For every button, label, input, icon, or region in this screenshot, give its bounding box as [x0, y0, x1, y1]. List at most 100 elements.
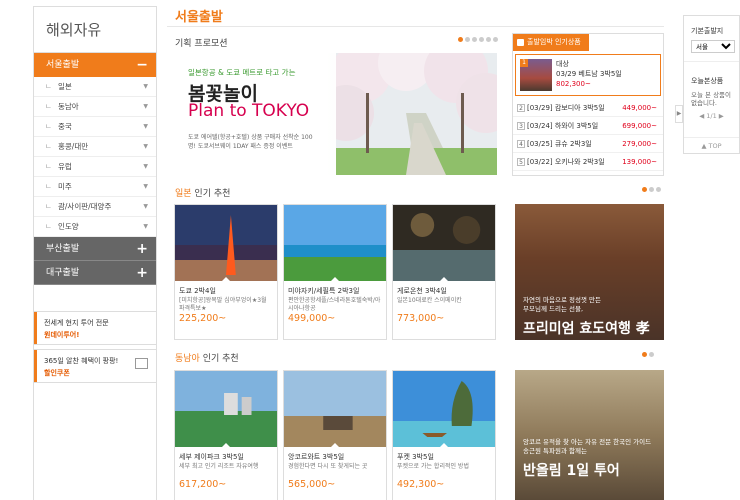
card-title: 게로온천 3박4일 — [397, 287, 447, 295]
product-card[interactable]: 게로온천 3박4일 일본10대료칸 스이메이칸 773,000~ — [392, 204, 496, 340]
promo-title: 반올림 1일 투어 — [523, 463, 620, 479]
pager-dot[interactable] — [642, 352, 647, 357]
banner-description: 도쿄 에어텔(항공+호텔) 상품 구매자 선착순 100명! 도쿄서브웨이 1D… — [188, 134, 313, 150]
rank-price: 279,000~ — [622, 140, 657, 148]
rank-text: [03/22] 오키나와 2박3일 — [527, 158, 605, 166]
sidebar: 해외자유 서울출발 − ㄴ 일본 ▼ ㄴ 동남아 ▼ ㄴ 중국 ▼ ㄴ 홍콩/대만 ▼ ㄴ 유럽 ▼… — [33, 6, 157, 500]
card-price: 225,200~ — [179, 313, 227, 324]
sub-item-label: 홍콩/대만 — [58, 142, 89, 151]
promo-banner[interactable]: 일본항공 & 도쿄 메트로 타고 가는 봄꽃놀이 Plan to TOKYO 도… — [186, 53, 497, 175]
accent-bar — [34, 350, 37, 382]
oneday-tour-banner[interactable]: 전세계 현지 투어 전문 원데이투어! — [34, 311, 156, 345]
card-price: 499,000~ — [288, 313, 336, 324]
product-card[interactable]: 미야자키/세필특 2박3일 편안한공항세플/스네라톤호텔숙박/아시아나항공 49… — [283, 204, 387, 340]
card-notch — [330, 277, 340, 282]
half-day-tour-promo[interactable]: 앙코르 유적을 찾 아는 자유 전문 한국인 가이드 송근원 특파원과 함께는 … — [515, 370, 664, 500]
section-rest: 인기 추천 — [199, 354, 239, 364]
rank-item-top[interactable]: 1 대상 03/29 베트남 3박5일 802,300~ — [515, 54, 661, 96]
recent-pager[interactable]: ◀ 1/1 ▶ — [684, 112, 739, 120]
chevron-down-icon: ▼ — [143, 123, 148, 130]
miyazaki-beach-image — [284, 205, 386, 281]
quick-panel: 기본출발지 서울 오늘본상품 오늘 본 상품이 없습니다. ◀ 1/1 ▶ ▲ … — [683, 15, 740, 154]
recent-label: 오늘본상품 — [684, 61, 739, 86]
pager-dot[interactable] — [465, 37, 470, 42]
sub-item-hongkong-taiwan[interactable]: ㄴ 홍콩/대만 ▼ — [34, 137, 156, 157]
calendar-icon — [135, 358, 148, 369]
sub-item-label: 미주 — [58, 182, 72, 191]
title-divider — [167, 26, 664, 27]
rank-item[interactable]: 2 [03/29] 캄보디아 3박5일 449,000~ — [513, 99, 663, 117]
pager-dot[interactable] — [493, 37, 498, 42]
coupon-banner[interactable]: 365일 알찬 혜택이 팡팡! 할인쿠폰 — [34, 349, 156, 383]
banner-subtitle: 일본항공 & 도쿄 메트로 타고 가는 — [188, 68, 296, 77]
branch-icon: ㄴ — [45, 82, 52, 91]
promo-subtitle: 자연의 마음으로 정성껏 만든 — [523, 296, 601, 304]
rank-item[interactable]: 4 [03/25] 큐슈 2박3일 279,000~ — [513, 135, 663, 153]
rank-item[interactable]: 5 [03/22] 오키나와 2박3일 139,000~ — [513, 153, 663, 171]
pager-dot[interactable] — [642, 187, 647, 192]
branch-icon: ㄴ — [45, 142, 52, 151]
sub-item-label: 괌/사이판/대양주 — [58, 202, 112, 211]
sub-item-southeast-asia[interactable]: ㄴ 동남아 ▼ — [34, 97, 156, 117]
sub-item-europe[interactable]: ㄴ 유럽 ▼ — [34, 157, 156, 177]
rank-item[interactable]: 3 [03/24] 하와이 3박5일 699,000~ — [513, 117, 663, 135]
branch-icon: ㄴ — [45, 222, 52, 231]
accent-bar — [34, 312, 37, 344]
pager-dot[interactable] — [656, 187, 661, 192]
collapse-icon[interactable]: − — [136, 53, 148, 77]
card-description: 세부 최고 인기 리조트 자유여행 — [179, 463, 259, 470]
sea-pager — [642, 352, 654, 357]
pager-dot[interactable] — [479, 37, 484, 42]
banner-text: 전세계 현지 투어 전문 — [44, 319, 109, 327]
rank-number: 3 — [517, 122, 525, 130]
banner-text: 365일 알찬 혜택이 팡팡! — [44, 357, 119, 365]
product-card[interactable]: 푸켓 3박5일 푸켓으로 가는 합리적인 방법 492,300~ — [392, 370, 496, 500]
angkor-wat-image — [284, 371, 386, 447]
card-description: [미치항공]왕복말 심야부엉이★3월 파격특보★ — [179, 297, 267, 312]
product-card[interactable]: 세부 제이파크 3박5일 세부 최고 인기 리조트 자유여행 617,200~ — [174, 370, 278, 500]
hot-deals-panel: 출발임박 인기상품 1 대상 03/29 베트남 3박5일 802,300~ 2… — [512, 33, 664, 176]
category-daegu[interactable]: 대구출발 + — [34, 261, 156, 285]
card-description: 편안한공항세플/스네라톤호텔숙박/아시아나항공 — [288, 297, 381, 312]
scroll-top-button[interactable]: ▲ TOP — [684, 137, 739, 153]
sub-item-americas[interactable]: ㄴ 미주 ▼ — [34, 177, 156, 197]
page: 해외자유 서울출발 − ㄴ 일본 ▼ ㄴ 동남아 ▼ ㄴ 중국 ▼ ㄴ 홍콩/대만 ▼ ㄴ 유럽 ▼… — [0, 0, 740, 500]
expand-icon[interactable]: + — [136, 261, 148, 285]
thumbs-up-icon — [517, 39, 524, 46]
category-seoul[interactable]: 서울출발 − — [34, 53, 156, 77]
category-busan[interactable]: 부산출발 + — [34, 237, 156, 261]
pager-dot[interactable] — [458, 37, 463, 42]
pager-dot[interactable] — [472, 37, 477, 42]
expand-icon[interactable]: + — [136, 237, 148, 261]
product-card[interactable]: 앙코르와트 3박5일 경험한다면 다시 또 찾게되는 곳 565,000~ — [283, 370, 387, 500]
chevron-down-icon: ▼ — [143, 163, 148, 170]
sub-item-label: 중국 — [58, 122, 72, 131]
banner-tagline: Plan to TOKYO — [188, 101, 310, 121]
chevron-right-icon[interactable]: ▶ — [675, 105, 683, 123]
sub-item-guam-saipan[interactable]: ㄴ 괌/사이판/대양주 ▼ — [34, 197, 156, 217]
rank-line: 03/29 베트남 3박5일 — [556, 70, 622, 78]
sub-item-china[interactable]: ㄴ 중국 ▼ — [34, 117, 156, 137]
pager-dot[interactable] — [649, 187, 654, 192]
promo-subtitle: 부모님께 드리는 선물, — [523, 305, 584, 313]
card-title: 푸켓 3박5일 — [397, 453, 434, 461]
card-notch — [439, 277, 449, 282]
hot-deals-tab[interactable]: 출발임박 인기상품 — [513, 34, 589, 51]
hot-deals-title: 출발임박 인기상품 — [527, 38, 581, 46]
pager-dot[interactable] — [486, 37, 491, 42]
pager-dot[interactable] — [649, 352, 654, 357]
chevron-down-icon: ▼ — [143, 103, 148, 110]
product-card[interactable]: 도쿄 2박4일 [미치항공]왕복말 심야부엉이★3월 파격특보★ 225,200… — [174, 204, 278, 340]
sidebar-title: 해외자유 — [34, 7, 156, 53]
sub-item-japan[interactable]: ㄴ 일본 ▼ — [34, 77, 156, 97]
card-price: 617,200~ — [179, 479, 227, 490]
chevron-down-icon: ▼ — [143, 83, 148, 90]
banner-highlight: 원데이투어! — [44, 331, 80, 339]
branch-icon: ㄴ — [45, 162, 52, 171]
card-description: 경험한다면 다시 또 찾게되는 곳 — [288, 463, 368, 470]
premium-tour-promo[interactable]: 자연의 마음으로 정성껏 만든 부모님께 드리는 선물, 프리미엄 효도여행 孝 — [515, 204, 664, 340]
rank-number: 2 — [517, 104, 525, 112]
rank-price: 699,000~ — [622, 122, 657, 130]
sub-item-indian-ocean[interactable]: ㄴ 인도양 ▼ — [34, 217, 156, 237]
departure-select[interactable]: 서울 — [691, 40, 735, 53]
